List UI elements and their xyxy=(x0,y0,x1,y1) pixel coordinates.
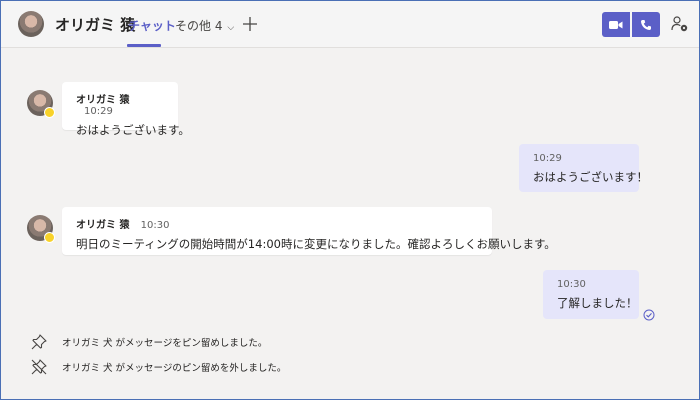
system-event: オリガミ 犬 がメッセージをピン留めしました。 xyxy=(30,333,267,351)
message-text: おはようございます！ xyxy=(533,170,648,184)
message-outgoing[interactable]: 10:29 おはようございます！ xyxy=(519,144,648,192)
chat-header: オリガミ 猿 チャット その他 4 ⌵ xyxy=(1,1,699,48)
chevron-down-icon: ⌵ xyxy=(224,23,235,33)
system-event-text: オリガミ 犬 がメッセージのピン留めを外しました。 xyxy=(62,363,287,374)
video-camera-icon xyxy=(609,20,623,29)
presence-away-icon xyxy=(44,232,55,243)
video-call-button[interactable] xyxy=(602,12,630,37)
message-time: 10:30 xyxy=(140,220,170,231)
message-time: 10:29 xyxy=(84,106,113,117)
message-time: 10:30 xyxy=(557,279,586,290)
message-time: 10:29 xyxy=(533,153,562,164)
tab-more-label: その他 4 xyxy=(175,19,223,33)
tab-more[interactable]: その他 4 ⌵ xyxy=(175,17,234,34)
add-tab-button[interactable] xyxy=(242,10,258,37)
seen-check-icon xyxy=(643,309,655,321)
contact-avatar[interactable] xyxy=(18,11,44,37)
message-incoming[interactable]: オリガミ 猿 10:30 明日のミーティングの開始時間が14:00時に変更になり… xyxy=(62,207,556,255)
message-sender: オリガミ 猿 xyxy=(76,220,130,231)
message-text: おはようございます。 xyxy=(76,123,190,137)
phone-icon xyxy=(641,19,651,30)
plus-icon xyxy=(243,17,257,31)
message-meta: オリガミ 猿 10:29 xyxy=(76,91,164,117)
message-meta: オリガミ 猿 10:30 xyxy=(76,216,478,231)
contact-name[interactable]: オリガミ 猿 xyxy=(55,14,135,35)
message-sender: オリガミ 猿 xyxy=(76,95,130,106)
people-settings-icon xyxy=(671,16,688,32)
add-people-button[interactable] xyxy=(671,15,689,37)
pin-icon xyxy=(31,334,47,350)
active-tab-indicator xyxy=(127,44,161,47)
presence-away-icon xyxy=(44,107,55,118)
unpin-icon xyxy=(31,359,47,375)
message-outgoing[interactable]: 10:30 了解しました！ xyxy=(543,270,639,319)
read-receipt xyxy=(643,306,655,325)
system-event: オリガミ 犬 がメッセージのピン留めを外しました。 xyxy=(30,358,286,376)
tab-chat[interactable]: チャット xyxy=(128,17,176,34)
message-text: 明日のミーティングの開始時間が14:00時に変更になりました。確認よろしくお願い… xyxy=(76,237,556,251)
audio-call-button[interactable] xyxy=(632,12,660,37)
message-text: 了解しました！ xyxy=(557,296,638,310)
system-event-text: オリガミ 犬 がメッセージをピン留めしました。 xyxy=(62,338,268,349)
message-incoming[interactable]: オリガミ 猿 10:29 おはようございます。 xyxy=(62,82,190,137)
